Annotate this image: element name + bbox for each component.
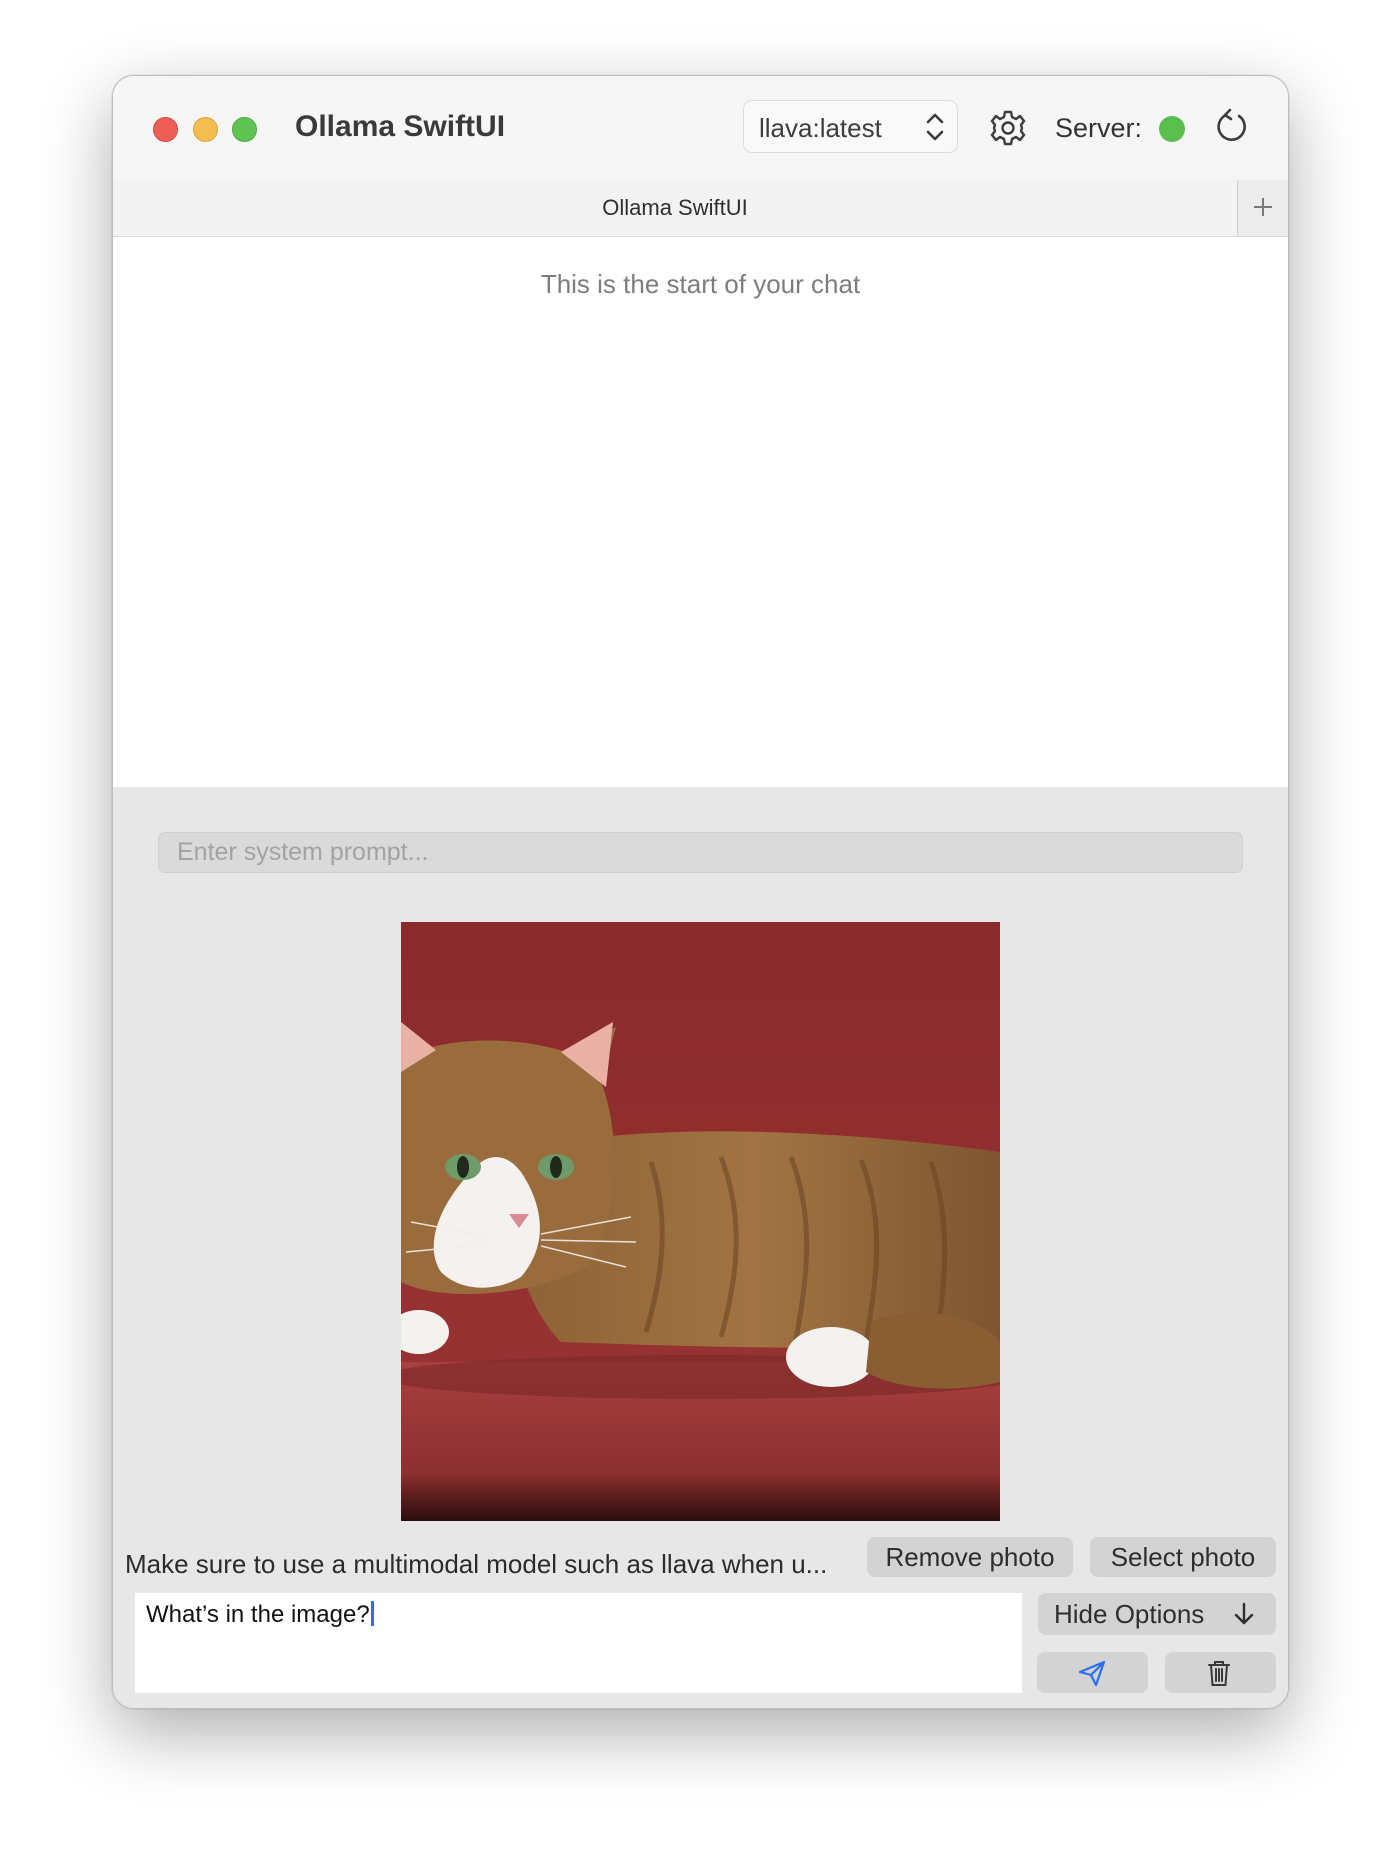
chat-empty-message: This is the start of your chat	[540, 269, 861, 299]
plus-icon	[1254, 198, 1272, 216]
model-selector[interactable]: llava:latest	[743, 100, 958, 153]
app-window: Ollama SwiftUI llava:latest Server: Olla…	[112, 75, 1289, 1709]
hide-options-button[interactable]: Hide Options	[1038, 1593, 1276, 1635]
attached-photo	[401, 922, 1000, 1521]
system-prompt-input[interactable]: Enter system prompt...	[158, 832, 1243, 873]
server-status-indicator	[1159, 116, 1185, 142]
text-caret	[370, 1601, 374, 1626]
chat-area: This is the start of your chat	[113, 237, 1288, 787]
paper-plane-icon	[1078, 1660, 1106, 1687]
select-photo-button[interactable]: Select photo	[1090, 1537, 1276, 1577]
delete-chat-button[interactable]	[1165, 1652, 1276, 1693]
new-tab-button[interactable]	[1237, 180, 1288, 236]
close-window-button[interactable]	[153, 117, 178, 142]
model-selector-value: llava:latest	[759, 113, 882, 143]
remove-photo-button[interactable]: Remove photo	[867, 1537, 1073, 1577]
chevron-up-down-icon	[925, 111, 945, 148]
trash-icon	[1208, 1661, 1230, 1686]
title-bar: Ollama SwiftUI llava:latest Server:	[113, 76, 1288, 180]
gear-icon[interactable]	[989, 109, 1027, 152]
maximize-window-button[interactable]	[232, 117, 257, 142]
minimize-window-button[interactable]	[193, 117, 218, 142]
refresh-icon[interactable]	[1213, 107, 1251, 152]
server-status-label: Server:	[1055, 113, 1143, 143]
send-button[interactable]	[1037, 1652, 1148, 1693]
message-input-value: What’s in the image?	[146, 1601, 370, 1628]
hide-options-label: Hide Options	[1054, 1599, 1205, 1629]
message-input[interactable]: What’s in the image?	[135, 1593, 1022, 1693]
window-title: Ollama SwiftUI	[295, 110, 506, 143]
multimodal-hint: Make sure to use a multimodal model such…	[125, 1549, 828, 1579]
arrow-down-icon	[1234, 1602, 1254, 1625]
tab-bar: Ollama SwiftUI	[113, 180, 1288, 237]
tab-ollama-swiftui[interactable]: Ollama SwiftUI	[113, 180, 1237, 236]
options-panel: Enter system prompt... Make sure to use …	[113, 787, 1288, 1708]
